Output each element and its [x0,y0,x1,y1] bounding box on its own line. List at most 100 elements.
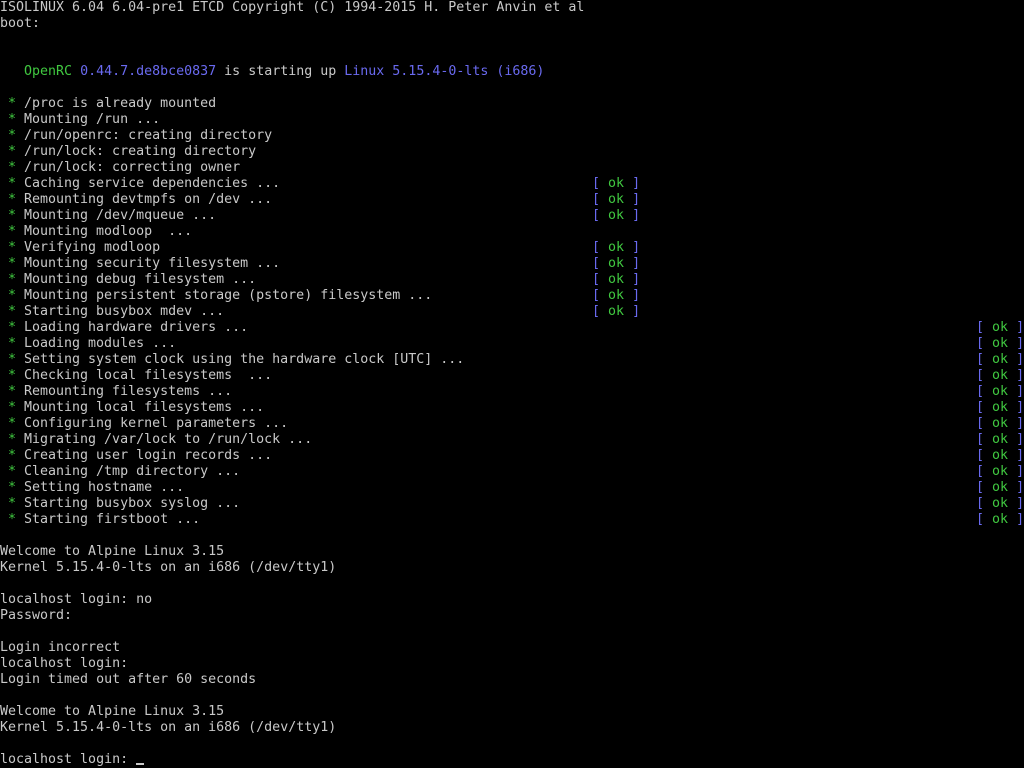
status-bracket-close: ] [1016,368,1024,383]
status-ok-badge: [ ok ] [976,496,1024,512]
status-ok-badge: [ ok ] [976,368,1024,384]
password-prompt: Password: [0,608,73,623]
status-bracket-close: ] [632,192,641,207]
status-bracket-close: ] [632,176,641,191]
status-ok-badge: [ ok ] [976,352,1024,368]
status-bracket-close: ] [1016,432,1024,447]
status-bracket-open: [ [592,288,601,303]
bullet-star: * [8,128,17,143]
status-ok-text: ok [992,336,1009,351]
status-bracket-open: [ [976,448,985,463]
status-bracket-close: ] [632,288,641,303]
status-bracket-close: ] [1016,448,1024,463]
boot-prompt: boot: [0,16,41,31]
status-ok-badge: [ ok ] [592,272,640,288]
bullet-star: * [8,288,17,303]
status-ok-badge: [ ok ] [592,240,640,256]
status-ok-badge: [ ok ] [976,400,1024,416]
boot-message-text: Starting busybox mdev ... [24,304,225,319]
status-ok-text: ok [992,448,1009,463]
bullet-star: * [8,464,17,479]
boot-message-text: Migrating /var/lock to /run/lock ... [24,432,313,447]
bullet-star: * [8,176,17,191]
boot-message-text: Remounting filesystems ... [24,384,233,399]
status-bracket-close: ] [1016,336,1024,351]
status-bracket-open: [ [592,272,601,287]
status-bracket-close: ] [632,208,641,223]
status-bracket-open: [ [592,240,601,255]
boot-message-text: Setting hostname ... [24,480,185,495]
login-prompt: localhost login: [0,752,129,767]
status-bracket-open: [ [976,400,985,415]
status-ok-badge: [ ok ] [976,416,1024,432]
bullet-star: * [8,304,17,319]
boot-message-text: Mounting /run ... [24,112,161,127]
status-ok-text: ok [608,256,625,271]
bullet-star: * [8,480,17,495]
bullet-star: * [8,384,17,399]
boot-message-text: Remounting devtmpfs on /dev ... [24,192,273,207]
status-ok-text: ok [992,320,1009,335]
bullet-star: * [8,160,17,175]
status-bracket-open: [ [592,304,601,319]
boot-message-text: /run/lock: correcting owner [24,160,241,175]
status-ok-badge: [ ok ] [976,432,1024,448]
boot-message-text: Verifying modloop [24,240,161,255]
bullet-star: * [8,320,17,335]
boot-message-text: Cleaning /tmp directory ... [24,464,241,479]
status-bracket-close: ] [1016,352,1024,367]
bullet-star: * [8,432,17,447]
welcome-message: Welcome to Alpine Linux 3.15 [0,544,225,559]
bullet-star: * [8,400,17,415]
boot-message-text: Setting system clock using the hardware … [24,352,465,367]
status-bracket-open: [ [976,384,985,399]
status-bracket-close: ] [1016,400,1024,415]
terminal-console[interactable]: ISOLINUX 6.04 6.04-pre1 ETCD Copyright (… [0,0,1024,768]
bullet-star: * [8,240,17,255]
bullet-star: * [8,512,17,527]
boot-message-text: Mounting modloop ... [24,224,193,239]
isolinux-banner: ISOLINUX 6.04 6.04-pre1 ETCD Copyright (… [0,0,585,15]
openrc-banner: OpenRC 0.44.7.de8bce0837 is starting up … [24,64,544,80]
status-bracket-close: ] [1016,512,1024,527]
boot-message-text: Creating user login records ... [24,448,273,463]
status-bracket-open: [ [976,480,985,495]
status-ok-text: ok [992,384,1009,399]
openrc-status-text: is starting up [224,64,337,79]
status-ok-text: ok [992,352,1009,367]
login-incorrect-message: Login incorrect [0,640,121,655]
login-timeout-message: Login timed out after 60 seconds [0,672,257,687]
boot-message-text: Checking local filesystems ... [24,368,273,383]
login-attempt: localhost login: no [0,592,153,607]
login-line[interactable]: localhost login: [0,752,145,768]
kernel-info: Kernel 5.15.4-0-lts on an i686 (/dev/tty… [0,560,337,575]
bullet-star: * [8,352,17,367]
status-bracket-close: ] [632,240,641,255]
bullet-star: * [8,448,17,463]
boot-message-text: Mounting persistent storage (pstore) fil… [24,288,433,303]
status-ok-text: ok [992,432,1009,447]
status-bracket-close: ] [1016,320,1024,335]
status-ok-text: ok [608,240,625,255]
status-bracket-close: ] [1016,384,1024,399]
boot-message-text: Starting firstboot ... [24,512,201,527]
boot-message-text: Mounting security filesystem ... [24,256,281,271]
status-ok-text: ok [992,400,1009,415]
status-ok-text: ok [608,272,625,287]
status-ok-badge: [ ok ] [592,192,640,208]
status-ok-badge: [ ok ] [592,176,640,192]
bullet-star: * [8,192,17,207]
status-ok-badge: [ ok ] [592,256,640,272]
openrc-name: OpenRC [24,64,73,79]
status-bracket-open: [ [976,336,985,351]
status-bracket-open: [ [976,464,985,479]
boot-message-text: /run/lock: creating directory [24,144,257,159]
text-cursor [136,763,145,765]
bullet-star: * [8,336,17,351]
status-ok-badge: [ ok ] [976,480,1024,496]
status-bracket-open: [ [592,192,601,207]
boot-message-text: Configuring kernel parameters ... [24,416,289,431]
openrc-kernel: Linux 5.15.4-0-lts (i686) [344,64,545,79]
boot-message-text: Starting busybox syslog ... [24,496,241,511]
status-ok-badge: [ ok ] [976,320,1024,336]
